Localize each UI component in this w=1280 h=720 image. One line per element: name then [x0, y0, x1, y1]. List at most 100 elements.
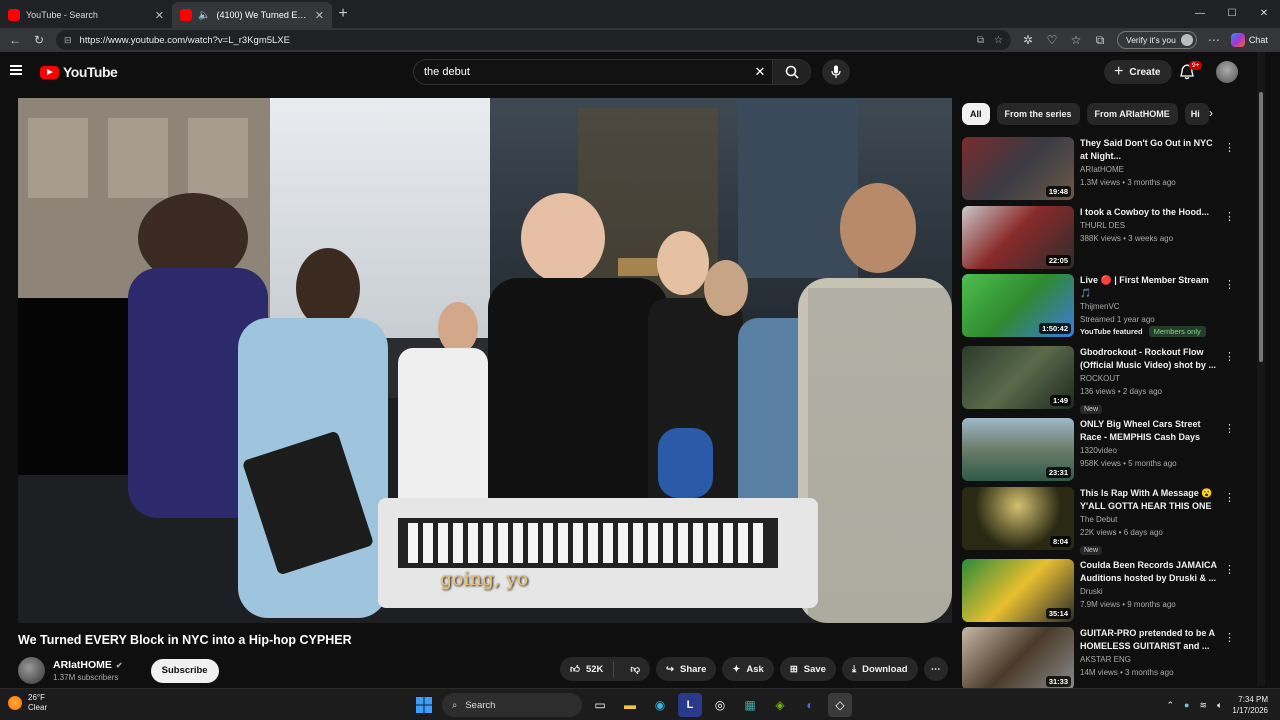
- clear-search-icon[interactable]: ✕: [748, 60, 772, 84]
- more-vert-icon[interactable]: ⋮: [1224, 141, 1235, 154]
- rec-thumbnail[interactable]: 1:49: [962, 346, 1074, 409]
- chevron-right-icon[interactable]: ›: [1209, 106, 1213, 120]
- ask-button[interactable]: ✦ Ask: [722, 657, 774, 681]
- start-windows-icon[interactable]: [412, 693, 436, 717]
- tab-youtube-search[interactable]: YouTube - Search ✕: [0, 2, 172, 28]
- clock[interactable]: 7:34 PM 1/17/2026: [1232, 694, 1268, 716]
- rec-title[interactable]: Gbodrockout - Rockout Flow (Official Mus…: [1080, 346, 1220, 372]
- rec-thumbnail[interactable]: 8:04: [962, 487, 1074, 550]
- page-scrollbar[interactable]: [1257, 52, 1265, 686]
- rec-title[interactable]: Live 🔴 | First Member Stream 🎵: [1080, 274, 1220, 300]
- task-view-icon[interactable]: ▭: [588, 693, 612, 717]
- like-button[interactable]: 👍︎ 52K: [560, 661, 615, 677]
- more-vert-icon[interactable]: ⋮: [1224, 278, 1235, 291]
- more-vert-icon[interactable]: ⋮: [1224, 422, 1235, 435]
- app-l-icon[interactable]: L: [678, 693, 702, 717]
- wifi-icon[interactable]: ≋: [1199, 700, 1207, 711]
- browser-essentials-icon[interactable]: ♡: [1045, 33, 1059, 47]
- rec-item[interactable]: 31:33 GUITAR-PRO pretended to be A HOMEL…: [962, 627, 1238, 693]
- chip-all[interactable]: All: [962, 103, 990, 125]
- rec-channel[interactable]: The Debut: [1080, 513, 1220, 526]
- rec-thumbnail[interactable]: 22:05: [962, 206, 1074, 269]
- rec-item[interactable]: 22:05 I took a Cowboy to the Hood... THU…: [962, 206, 1238, 272]
- rec-channel[interactable]: Druski: [1080, 585, 1220, 598]
- rec-channel[interactable]: ARIatHOME: [1080, 163, 1220, 176]
- download-button[interactable]: ⤓ Download: [841, 657, 918, 681]
- rec-title[interactable]: They Said Don't Go Out in NYC at Night..…: [1080, 137, 1220, 163]
- chip-partial[interactable]: Hi: [1184, 103, 1209, 125]
- rec-title[interactable]: I took a Cowboy to the Hood...: [1080, 206, 1220, 219]
- rec-title[interactable]: This Is Rap With A Message 😮 Y'ALL GOTTA…: [1080, 487, 1220, 513]
- scrollbar-thumb[interactable]: [1259, 92, 1263, 362]
- rec-item[interactable]: 19:48 They Said Don't Go Out in NYC at N…: [962, 137, 1238, 203]
- weather-widget[interactable]: 26°F Clear: [8, 693, 47, 713]
- chip-from-the-series[interactable]: From the series: [996, 103, 1080, 125]
- terminal-app-icon[interactable]: ▦: [738, 693, 762, 717]
- tab-current-video[interactable]: 🔈 (4100) We Turned EVERY Block ✕: [172, 2, 332, 28]
- rec-channel[interactable]: AKSTAR ENG: [1080, 653, 1220, 666]
- youtube-logo[interactable]: YouTube: [40, 64, 118, 80]
- dislike-button[interactable]: 👎︎: [620, 663, 650, 675]
- rec-thumbnail[interactable]: 1:50:42: [962, 274, 1074, 337]
- tray-app-icon[interactable]: ●: [1184, 700, 1189, 710]
- more-vert-icon[interactable]: ⋮: [1224, 210, 1235, 223]
- app-available-icon[interactable]: ⧉: [977, 35, 984, 46]
- search-box[interactable]: the debut ✕: [413, 59, 811, 85]
- rec-item[interactable]: 1:49 Gbodrockout - Rockout Flow (Officia…: [962, 346, 1238, 416]
- rec-title[interactable]: GUITAR-PRO pretended to be A HOMELESS GU…: [1080, 627, 1220, 653]
- discord-icon[interactable]: ◐: [798, 693, 822, 717]
- more-vert-icon[interactable]: ⋮: [1224, 563, 1235, 576]
- file-explorer-icon[interactable]: ▬: [618, 693, 642, 717]
- more-options-icon[interactable]: ⋯: [1207, 33, 1221, 47]
- edge-browser-icon[interactable]: ◉: [648, 693, 672, 717]
- share-button[interactable]: ↪ Share: [656, 657, 717, 681]
- create-button[interactable]: + Create: [1104, 60, 1173, 84]
- collections-icon[interactable]: ⧉: [1093, 33, 1107, 48]
- rec-thumbnail[interactable]: 23:31: [962, 418, 1074, 481]
- favorite-star-icon[interactable]: ☆: [994, 35, 1003, 46]
- subscribe-button[interactable]: Subscribe: [150, 658, 219, 683]
- minimize-icon[interactable]: —: [1184, 0, 1216, 28]
- more-actions-button[interactable]: ⋯: [923, 657, 948, 681]
- new-tab-icon[interactable]: +: [332, 5, 354, 23]
- close-tab-icon[interactable]: ✕: [315, 9, 324, 22]
- extensions-icon[interactable]: ✲: [1021, 33, 1035, 47]
- rec-item[interactable]: 35:14 Coulda Been Records JAMAICA Auditi…: [962, 559, 1238, 625]
- rec-thumbnail[interactable]: 35:14: [962, 559, 1074, 622]
- menu-icon[interactable]: [10, 65, 22, 75]
- active-app-icon[interactable]: ◇: [828, 693, 852, 717]
- rec-channel[interactable]: 1320video: [1080, 444, 1220, 457]
- rec-thumbnail[interactable]: 31:33: [962, 627, 1074, 690]
- maximize-icon[interactable]: ☐: [1216, 0, 1248, 28]
- rec-title[interactable]: Coulda Been Records JAMAICA Auditions ho…: [1080, 559, 1220, 585]
- rec-item[interactable]: 8:04 This Is Rap With A Message 😮 Y'ALL …: [962, 487, 1238, 557]
- favorites-icon[interactable]: ☆: [1069, 33, 1083, 47]
- search-button[interactable]: [772, 60, 810, 84]
- rec-channel[interactable]: ThijmenVC: [1080, 300, 1220, 313]
- copilot-chat-button[interactable]: Chat: [1230, 33, 1268, 47]
- address-bar[interactable]: ⊟ https://www.youtube.com/watch?v=L_r3Kg…: [56, 30, 1011, 50]
- reload-icon[interactable]: ↻: [32, 33, 46, 47]
- rec-thumbnail[interactable]: 19:48: [962, 137, 1074, 200]
- more-vert-icon[interactable]: ⋮: [1224, 631, 1235, 644]
- chevron-up-icon[interactable]: ⌃: [1166, 700, 1174, 711]
- speaker-icon[interactable]: 🔈: [198, 10, 210, 21]
- nvidia-icon[interactable]: ◈: [768, 693, 792, 717]
- back-icon[interactable]: ←: [8, 33, 22, 47]
- channel-avatar[interactable]: [18, 657, 45, 684]
- video-player[interactable]: going, yo: [18, 98, 952, 623]
- close-window-icon[interactable]: ✕: [1248, 0, 1280, 28]
- more-vert-icon[interactable]: ⋮: [1224, 350, 1235, 363]
- more-vert-icon[interactable]: ⋮: [1224, 491, 1235, 504]
- close-tab-icon[interactable]: ✕: [155, 9, 164, 22]
- channel-name-row[interactable]: ARIatHOME ✔: [53, 659, 123, 671]
- save-button[interactable]: ⊞ Save: [779, 657, 836, 681]
- volume-icon[interactable]: 🔈︎: [1217, 700, 1222, 711]
- rec-item[interactable]: 1:50:42 Live 🔴 | First Member Stream 🎵 T…: [962, 274, 1238, 344]
- rec-item[interactable]: 23:31 ONLY Big Wheel Cars Street Race - …: [962, 418, 1238, 484]
- site-info-icon[interactable]: ⊟: [64, 35, 72, 46]
- steam-icon[interactable]: ◎: [708, 693, 732, 717]
- search-input[interactable]: the debut: [414, 60, 748, 84]
- chip-from-channel[interactable]: From ARIatHOME: [1086, 103, 1178, 125]
- rec-channel[interactable]: THURL DES: [1080, 219, 1220, 232]
